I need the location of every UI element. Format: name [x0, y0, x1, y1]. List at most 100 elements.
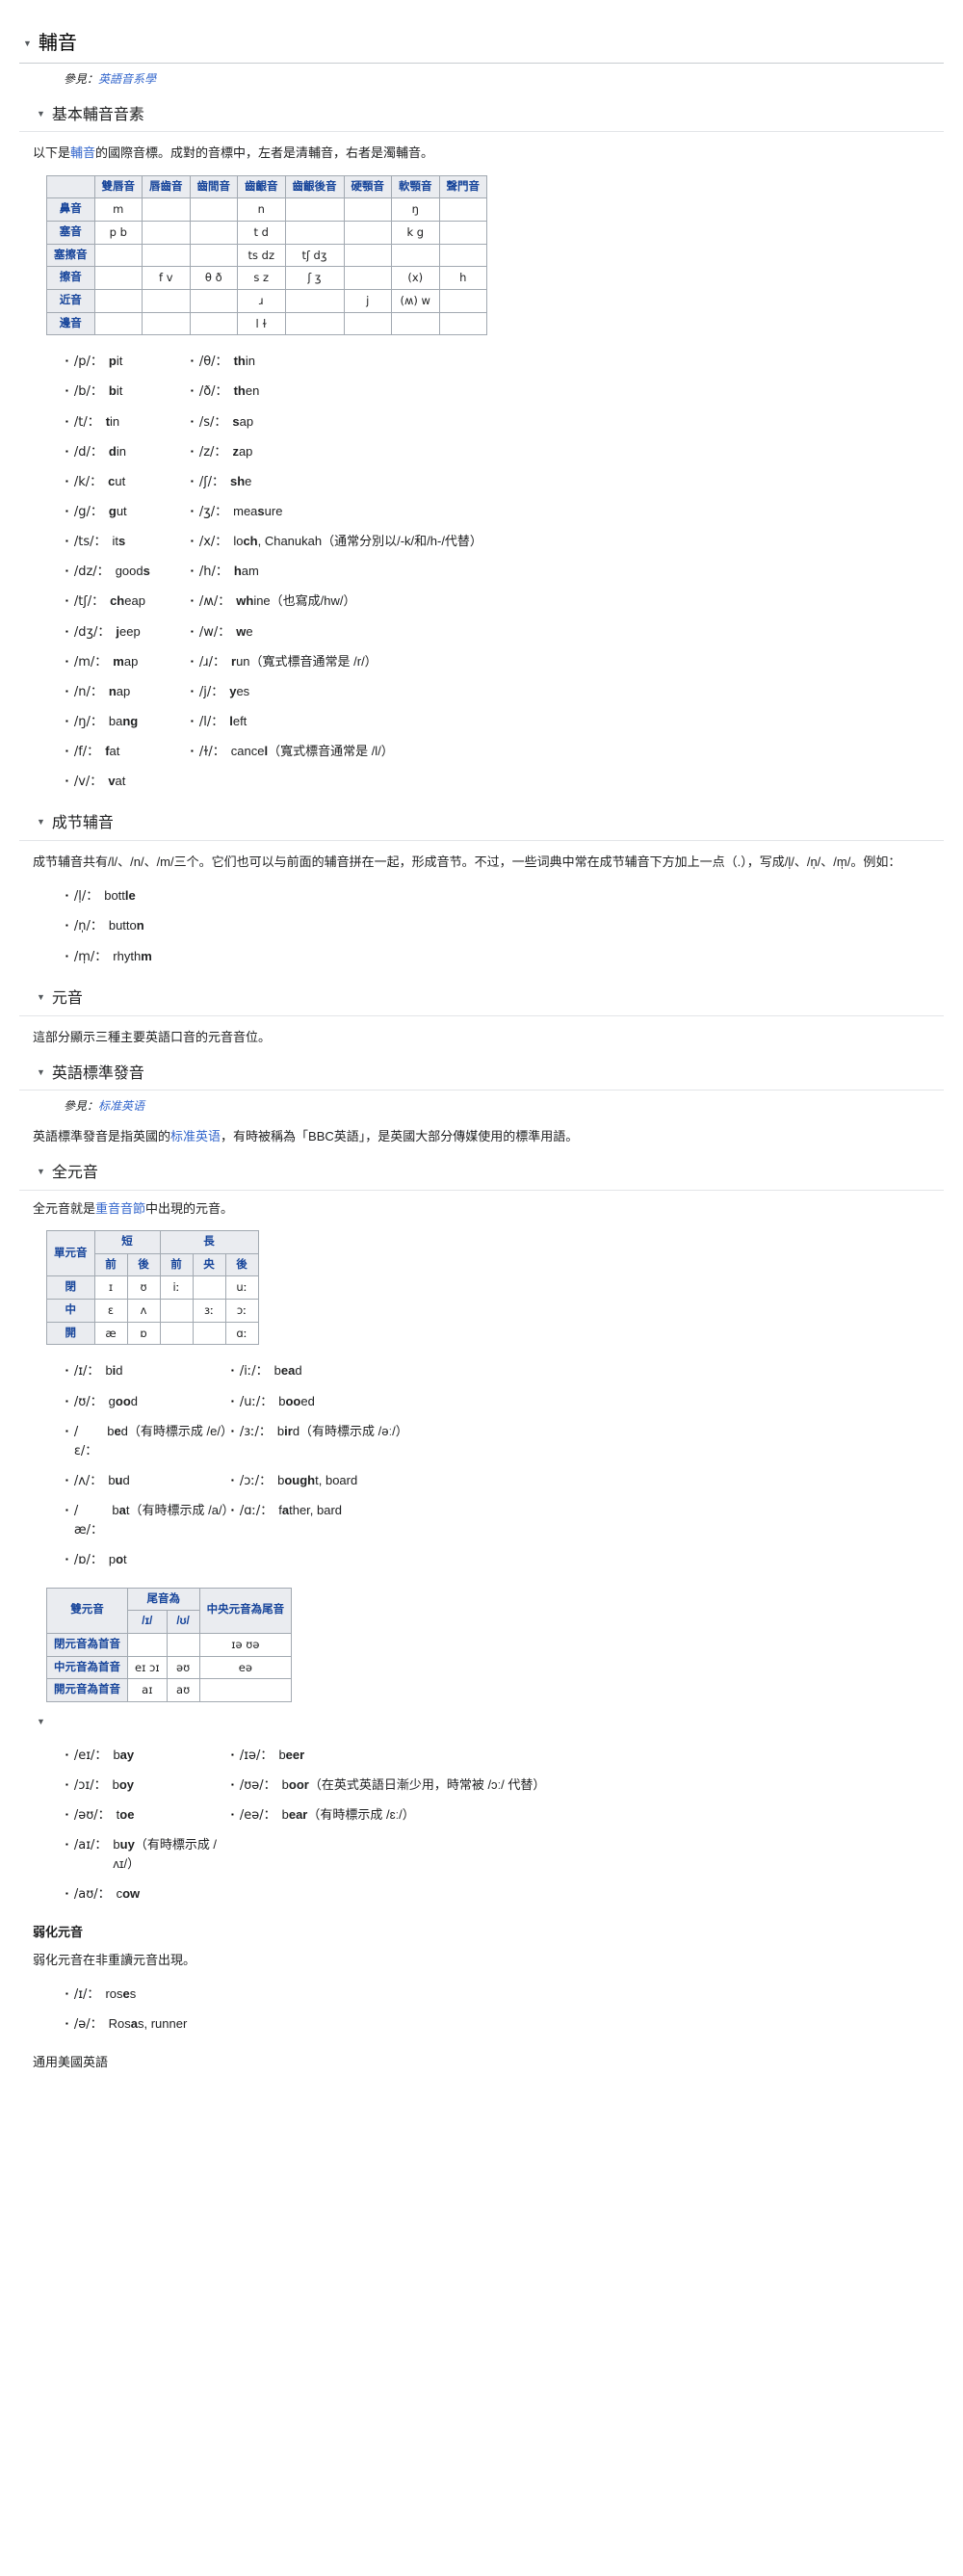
example-word: bang: [108, 713, 139, 728]
table-header-row: 單元音 短 長: [46, 1230, 259, 1277]
example-cell-right: ▪ /w/： we: [191, 618, 253, 647]
ipa-symbol: /ʊ/：: [73, 1394, 103, 1409]
ipa-symbol: /g/：: [73, 504, 103, 519]
bullet-icon: ▪: [65, 1840, 68, 1850]
subcol-ending-i: /ɪ/: [127, 1610, 168, 1634]
example-cell-right: ▪ /eə/： bear（有時標示成 /ɛː/）: [231, 1801, 415, 1830]
subcol-long-back: 後: [224, 1252, 259, 1277]
cell: [142, 220, 191, 245]
ipa-symbol: /ə/：: [73, 2017, 103, 2033]
cell: θ ð: [189, 266, 238, 290]
collapse-caret-icon[interactable]: ▼: [37, 818, 45, 827]
example-word: she: [229, 473, 252, 488]
example-word: cancel（寬式標音通常是 /l/）: [230, 744, 394, 759]
table-row: 開 æ ɒ ɑː: [46, 1321, 259, 1346]
list-item: ▪ /dʒ/： jeep ▪ /w/： we: [19, 618, 944, 647]
example-cell-right: ▪ /ð/： then: [191, 377, 259, 407]
hatnote-link-standard-english[interactable]: 标准英语: [98, 1099, 144, 1113]
ipa-symbol: /ð/：: [198, 384, 228, 400]
example-cell-left: ▪ /b/： bit: [65, 377, 191, 407]
list-item: ▪ /ɔɪ/： boy ▪ /ʊə/： boor（在英式英語日漸少用，時常被 /ɔː/ 代…: [19, 1771, 944, 1801]
collapse-caret-icon[interactable]: ▼: [37, 1168, 45, 1176]
example-cell-left: ▪ /eɪ/： bay: [65, 1741, 231, 1771]
example-word: roses: [105, 1986, 137, 2002]
link-stressed-syllable[interactable]: 重音音節: [95, 1201, 145, 1216]
example-cell-right: ▪ /ɪə/： beer: [231, 1741, 304, 1771]
cell: k g: [391, 220, 440, 245]
bullet-icon: ▪: [65, 506, 68, 515]
example-cell-left: ▪ /tʃ/： cheap: [65, 587, 191, 617]
cell: t d: [237, 220, 286, 245]
example-cell-left: ▪ /dʒ/： jeep: [65, 618, 191, 647]
link-consonant[interactable]: 輔音: [70, 145, 95, 160]
section-title-general-american: 通用美國英語: [33, 2055, 109, 2070]
cell: eə: [198, 1655, 293, 1680]
bullet-icon: ▪: [191, 416, 194, 426]
collapse-caret-icon[interactable]: ▼: [23, 39, 32, 48]
example-word: buy（有時標示成 /ʌɪ/）: [113, 1837, 218, 1872]
ipa-symbol: /ɛ/：: [73, 1424, 98, 1459]
diphthong-table-body: 雙元音 尾音為 中央元音為尾音 /ɪ/ /ʊ/ 閉元音為首音 ɪə ʊə 中元音…: [46, 1587, 293, 1702]
section-heading-consonants: ▼ 輔音: [19, 29, 944, 64]
list-item: ▪ /k/： cut ▪ /ʃ/： she: [19, 467, 944, 497]
example-cell-right: ▪ /l/： left: [191, 707, 247, 737]
bullet-icon: ▪: [65, 1396, 68, 1406]
bullet-icon: ▪: [191, 566, 194, 576]
table-row: 閉元音為首音 ɪə ʊə: [46, 1632, 293, 1657]
paragraph-weak-vowels: 弱化元音在非重讀元音出現。: [33, 1952, 196, 1967]
bullet-icon: ▪: [65, 476, 68, 486]
cell: [438, 197, 487, 222]
bullet-icon: ▪: [231, 1810, 234, 1820]
cell: [189, 220, 238, 245]
example-cell-left: ▪ /n/： nap: [65, 677, 191, 707]
cell: [438, 288, 487, 313]
ipa-symbol: /ɹ/：: [198, 654, 225, 670]
row-header-open: 開: [46, 1321, 95, 1346]
hatnote-consonants: 參見：英語音系學: [64, 70, 944, 89]
example-word: left: [229, 713, 247, 728]
list-item: ▪ /f/： fat ▪ /ɫ/： cancel（寬式標音通常是 /l/）: [19, 737, 944, 767]
link-standard-english[interactable]: 标准英语: [170, 1129, 221, 1143]
list-item: ▪ /m̩/： rhythm: [65, 942, 944, 972]
list-item: ▪ /aʊ/： cow: [19, 1879, 944, 1909]
table-row: 邊音 l ɫ: [46, 311, 487, 336]
cell: [93, 243, 143, 268]
collapse-caret-icon-standalone[interactable]: ▼: [37, 1716, 944, 1729]
diphthong-example-list: ▪ /eɪ/： bay ▪ /ɪə/： beer ▪ /ɔɪ/： boy ▪ /ʊə/： boor（在…: [19, 1741, 944, 1909]
collapse-caret-icon[interactable]: ▼: [37, 992, 45, 1002]
example-cell-right: ▪ /z/： zap: [191, 437, 252, 467]
example-cell-right: ▪ /h/： ham: [191, 557, 259, 587]
list-item: ▪ /ə/： Rosas, runner: [65, 2010, 944, 2039]
table-corner-cell: [46, 174, 95, 199]
example-cell-right: ▪ /ɔː/： bought, board: [231, 1466, 357, 1496]
bullet-icon: ▪: [65, 747, 68, 756]
ipa-symbol: /z/：: [198, 444, 227, 460]
collapse-caret-icon[interactable]: ▼: [37, 109, 45, 118]
example-word: nap: [108, 683, 131, 698]
bullet-icon: ▪: [65, 1366, 68, 1376]
section-heading-syllabic: ▼ 成节辅音: [19, 812, 944, 842]
example-word: yes: [229, 683, 250, 698]
example-cell-left: ▪ /ɪ/： bid: [65, 1356, 231, 1386]
cell: iː: [159, 1275, 194, 1301]
example-cell-left: ▪ /t/： tin: [65, 407, 191, 437]
cell: [391, 311, 440, 336]
list-item: ▪ /əʊ/： toe ▪ /eə/： bear（有時標示成 /ɛː/）: [19, 1801, 944, 1830]
paragraph-full-vowels: 全元音就是重音音節中出現的元音。: [33, 1199, 944, 1219]
example-word: bay: [113, 1747, 135, 1762]
example-word: rhythm: [113, 948, 152, 963]
hatnote-link-english-phonology[interactable]: 英語音系學: [98, 72, 156, 86]
collapse-caret-icon[interactable]: ▼: [37, 1067, 45, 1077]
example-cell-right: ▪ /ʊə/： boor（在英式英語日漸少用，時常被 /ɔː/ 代替）: [231, 1771, 545, 1801]
group-header-centering: 中央元音為尾音: [198, 1587, 293, 1634]
col-header-postalveolar: 齒齦後音: [284, 174, 345, 199]
cell: [438, 220, 487, 245]
list-item: ▪ /l̩/： bottle: [65, 881, 944, 911]
row-header-mid-onset: 中元音為首音: [46, 1655, 128, 1680]
row-header-mid: 中: [46, 1299, 95, 1323]
cell: f v: [142, 266, 191, 290]
bullet-icon: ▪: [65, 537, 68, 546]
ipa-symbol: /ɪə/：: [239, 1748, 273, 1763]
row-header-open-onset: 開元音為首音: [46, 1678, 128, 1702]
ipa-symbol: /ɪ/：: [73, 1987, 100, 2003]
